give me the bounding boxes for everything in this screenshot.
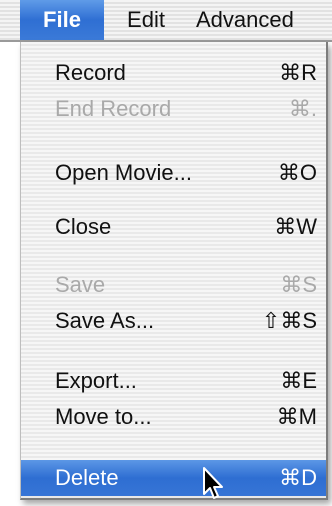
screen: File Edit Advanced Record ⌘R End Record …: [0, 0, 332, 506]
menu-item-save-as[interactable]: Save As... ⇧⌘S: [21, 304, 326, 338]
menu-advanced[interactable]: Advanced: [196, 0, 332, 40]
menu-item-close[interactable]: Close ⌘W: [21, 210, 326, 244]
menu-bar: File Edit Advanced: [0, 0, 332, 42]
menu-item-label: Save As...: [55, 308, 155, 333]
menu-item-label: Export...: [55, 368, 137, 393]
menu-item-label: Delete: [55, 465, 119, 490]
arrow-pointer-icon: [203, 467, 223, 499]
menu-item-open-movie[interactable]: Open Movie... ⌘O: [21, 156, 326, 190]
menu-item-export[interactable]: Export... ⌘E: [21, 364, 326, 398]
menu-item-shortcut: ⌘W: [274, 214, 317, 239]
menu-item-label: Move to...: [55, 404, 152, 429]
menu-item-shortcut: ⌘D: [279, 465, 317, 490]
menu-item-end-record: End Record ⌘.: [21, 92, 326, 126]
menu-file[interactable]: File: [20, 0, 104, 40]
menu-item-shortcut: ⌘O: [277, 160, 317, 185]
menu-item-shortcut: ⌘S: [280, 272, 317, 297]
menu-item-record[interactable]: Record ⌘R: [21, 56, 326, 90]
menu-edit[interactable]: Edit: [118, 0, 174, 40]
menu-item-label: Save: [55, 272, 106, 297]
menu-item-shortcut: ⇧⌘S: [261, 308, 317, 333]
menu-item-label: Close: [55, 214, 112, 239]
menu-item-label: Record: [55, 60, 126, 85]
menu-item-label: Open Movie...: [55, 160, 192, 185]
menu-item-shortcut: ⌘M: [276, 404, 317, 429]
file-menu-dropdown: Record ⌘R End Record ⌘. Open Movie... ⌘O…: [20, 42, 328, 500]
menu-item-shortcut: ⌘R: [279, 60, 317, 85]
menu-item-shortcut: ⌘E: [280, 368, 317, 393]
menu-item-delete[interactable]: Delete ⌘D: [21, 460, 326, 496]
menu-item-move-to[interactable]: Move to... ⌘M: [21, 400, 326, 434]
menu-item-save: Save ⌘S: [21, 268, 326, 302]
menu-item-label: End Record: [55, 96, 172, 121]
menu-item-shortcut: ⌘.: [288, 96, 317, 121]
